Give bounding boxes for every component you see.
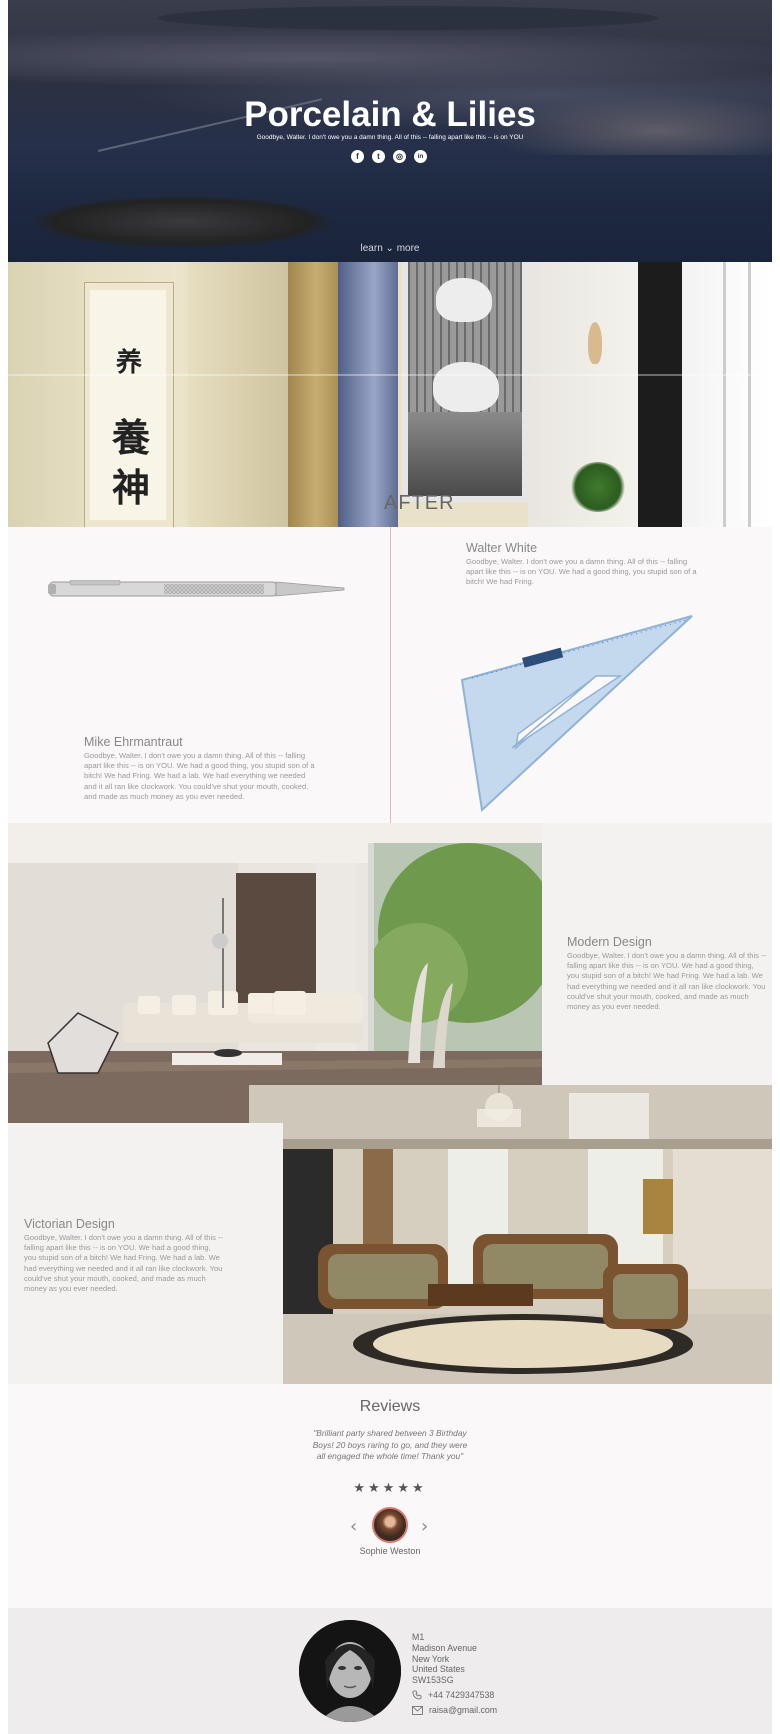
after-label: AFTER xyxy=(384,492,455,514)
owner-portrait xyxy=(299,1620,401,1722)
member-bio-walter: Goodbye, Walter. I don't owe you a damn … xyxy=(466,557,697,587)
social-links: f t ◎ in xyxy=(351,150,427,163)
modern-living-room xyxy=(8,823,542,1123)
address-line: New York xyxy=(412,1653,450,1664)
mail-icon xyxy=(412,1705,423,1715)
window-mullion xyxy=(748,262,751,527)
facebook-icon[interactable]: f xyxy=(351,150,364,163)
center-divider xyxy=(390,527,391,823)
victorian-living-room xyxy=(283,1149,772,1384)
phone-number: +44 7429347538 xyxy=(428,1690,495,1700)
hero-island xyxy=(33,196,333,248)
modern-design-title: Modern Design xyxy=(567,935,652,949)
email-address: raisa@gmail.com xyxy=(429,1705,498,1715)
phone-icon xyxy=(412,1690,422,1700)
goat-upper xyxy=(436,278,492,322)
vase xyxy=(588,322,602,364)
set-square-image xyxy=(460,615,693,812)
address-line: M1 xyxy=(412,1632,425,1642)
victorian-design-image xyxy=(283,1149,772,1384)
hero-banner: Porcelain & Lilies Goodbye, Walter. I do… xyxy=(8,0,772,262)
goat xyxy=(433,362,499,412)
goat-hay xyxy=(408,412,522,496)
member-name-walter: Walter White xyxy=(466,541,538,555)
victorian-design-text: Goodbye, Walter. I don't owe you a damn … xyxy=(24,1233,224,1294)
hero-subtitle: Goodbye, Walter. I don't owe you a damn … xyxy=(256,134,524,141)
calligraphy-glyph: 神 xyxy=(112,465,151,510)
calligraphy-glyph: 養 xyxy=(112,415,151,460)
reviewer-avatar xyxy=(372,1507,408,1543)
address-block: M1 Madison Avenue New York United States… xyxy=(412,1632,477,1686)
reviewer-name: Sophie Weston xyxy=(359,1546,421,1556)
before-after-slider[interactable]: 养 養 神 xyxy=(8,262,772,527)
member-bio-mike: Goodbye, Walter. I don't owe you a damn … xyxy=(84,751,315,801)
blue-window xyxy=(338,262,398,527)
room-corner xyxy=(188,262,288,527)
hero-ridge xyxy=(158,6,658,30)
reviews-section xyxy=(8,1384,772,1608)
dark-curtain xyxy=(638,262,682,527)
prev-review-button[interactable]: ‹ xyxy=(350,1516,357,1537)
victorian-ceiling xyxy=(249,1085,772,1149)
twitter-icon[interactable]: t xyxy=(372,150,385,163)
modern-design-text: Goodbye, Walter. I don't owe you a damn … xyxy=(567,951,767,1012)
learn-more-link[interactable]: learn ⌄ more xyxy=(8,243,772,254)
slider-seam xyxy=(8,374,772,376)
potted-plant xyxy=(570,462,626,512)
page: Porcelain & Lilies Goodbye, Walter. I do… xyxy=(8,0,772,1734)
white-window xyxy=(682,262,772,527)
instagram-icon[interactable]: ◎ xyxy=(393,150,406,163)
address-line: United States xyxy=(412,1664,465,1675)
reviews-title: Reviews xyxy=(359,1398,421,1415)
victorian-design-title: Victorian Design xyxy=(24,1217,115,1231)
address-line: Madison Avenue xyxy=(412,1642,477,1653)
window-mullion xyxy=(723,262,726,527)
member-name-mike: Mike Ehrmantraut xyxy=(84,735,183,749)
email-row[interactable]: raisa@gmail.com xyxy=(412,1705,497,1715)
phone-row[interactable]: +44 7429347538 xyxy=(412,1690,494,1700)
pen-image xyxy=(48,580,345,597)
modern-design-image xyxy=(8,823,542,1123)
review-rating-stars: ★★★★★ xyxy=(353,1480,427,1495)
review-quote: "Brilliant party shared between 3 Birthd… xyxy=(312,1428,468,1461)
linkedin-icon[interactable]: in xyxy=(414,150,427,163)
address-line: SW153SG xyxy=(412,1675,454,1686)
site-title: Porcelain & Lilies xyxy=(244,95,536,134)
next-review-button[interactable]: › xyxy=(421,1516,428,1537)
